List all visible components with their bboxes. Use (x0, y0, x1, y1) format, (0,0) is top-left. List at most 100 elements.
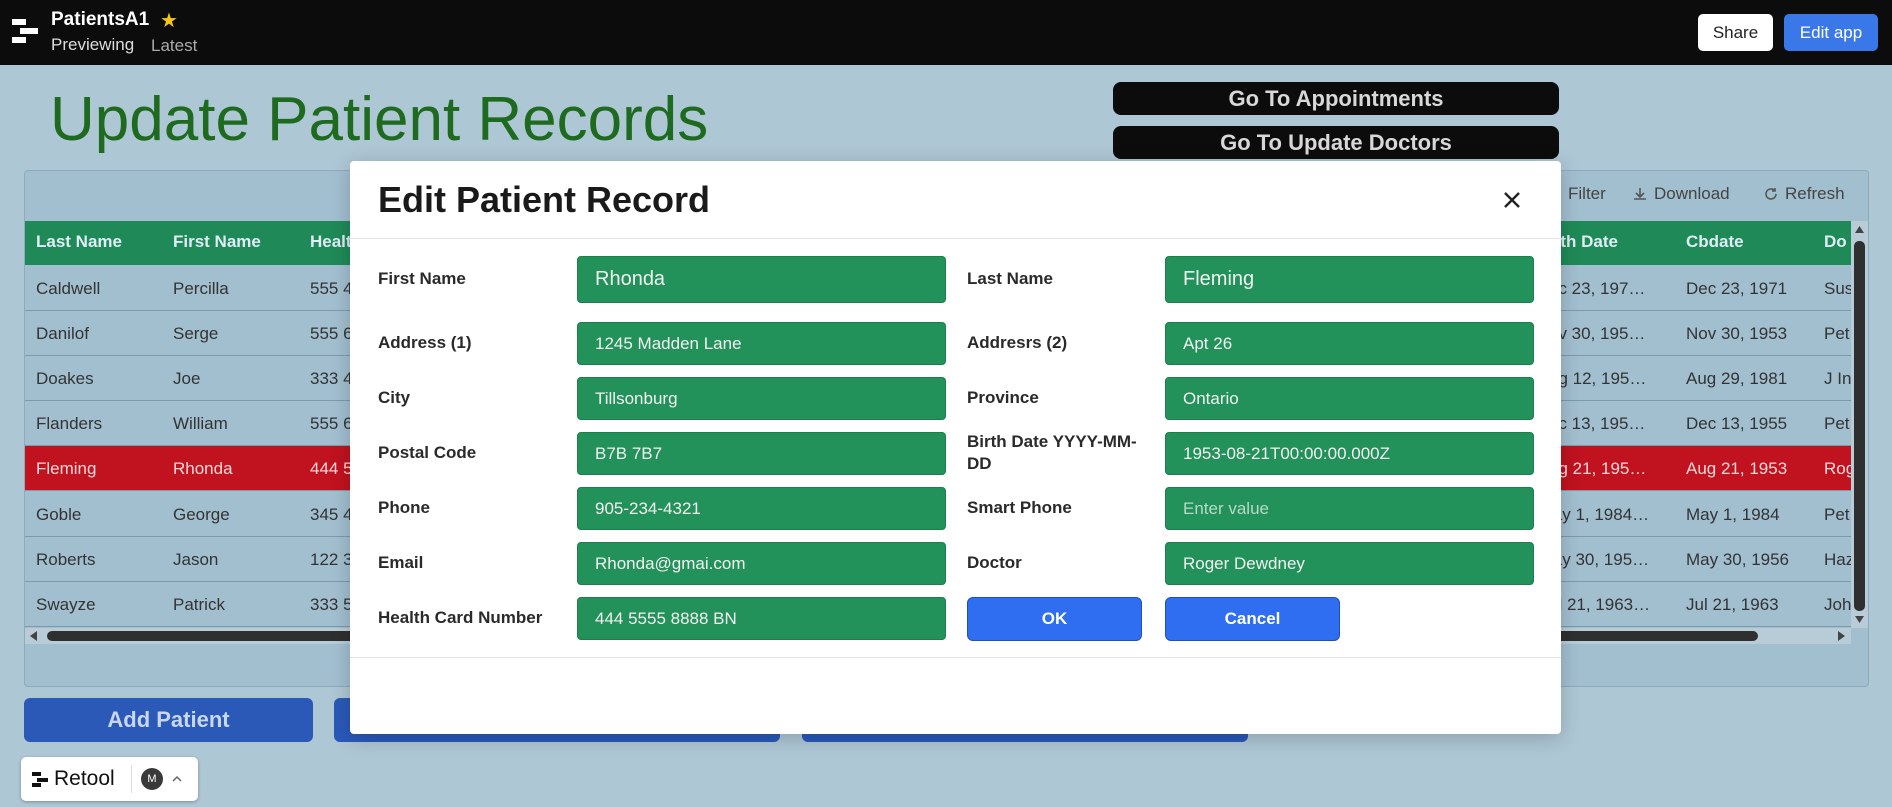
app-title: PatientsA1 (51, 9, 150, 30)
modal-footer-divider (350, 657, 1561, 658)
cell-cbdate: Dec 13, 1955 (1686, 414, 1788, 433)
top-bar: PatientsA1 ★ Previewing Latest Share Edi… (0, 0, 1892, 65)
refresh-label: Refresh (1785, 184, 1845, 203)
go-to-update-doctors-button[interactable]: Go To Update Doctors (1113, 126, 1559, 159)
last-name-value: Fleming (1183, 268, 1255, 290)
address1-input[interactable]: 1245 Madden Lane (577, 322, 946, 365)
city-label: City (378, 388, 411, 407)
star-icon[interactable]: ★ (160, 8, 178, 33)
cancel-button[interactable]: Cancel (1165, 597, 1340, 641)
first-name-input[interactable]: Rhonda (577, 256, 946, 303)
share-button[interactable]: Share (1698, 14, 1773, 51)
health-card-value: 444 5555 8888 BN (595, 608, 737, 628)
filter-label: Filter (1568, 184, 1606, 203)
cell-last-name: Swayze (36, 595, 96, 614)
chevron-up-icon[interactable] (171, 774, 183, 784)
cell-last-name: Flanders (36, 414, 103, 433)
birth-date-label: Birth Date YYYY-MM-DD (967, 432, 1137, 473)
cell-first-name: Joe (173, 369, 201, 388)
birth-date-value: 1953-08-21T00:00:00.000Z (1183, 443, 1390, 463)
cell-last-name: Goble (36, 505, 82, 524)
cell-cbdate: Dec 23, 1971 (1686, 279, 1788, 298)
address1-value: 1245 Madden Lane (595, 333, 742, 353)
cell-doctor: Haz (1824, 550, 1855, 569)
cell-last-name: Danilof (36, 324, 89, 343)
cell-birth-date: ug 12, 195… (1549, 369, 1647, 388)
column-header-doctor[interactable]: Do (1824, 232, 1847, 252)
column-header-health[interactable]: Healt (310, 232, 352, 252)
retool-badge[interactable]: Retool M (21, 757, 198, 801)
column-header-first-name[interactable]: First Name (173, 232, 261, 252)
edit-patient-modal: Edit Patient Record First Name Rhonda La… (350, 161, 1561, 734)
smart-phone-placeholder: Enter value (1183, 498, 1269, 518)
refresh-icon (1765, 188, 1777, 200)
province-input[interactable]: Ontario (1165, 377, 1534, 420)
ok-button[interactable]: OK (967, 597, 1142, 641)
address2-label: Addresrs (2) (967, 333, 1068, 352)
cell-last-name: Roberts (36, 550, 96, 569)
close-icon[interactable] (1497, 185, 1527, 215)
retool-small-logo-icon (32, 772, 48, 787)
cell-health: 555 4 (310, 279, 353, 298)
postal-code-input[interactable]: B7B 7B7 (577, 432, 946, 475)
column-header-last-name[interactable]: Last Name (36, 232, 122, 252)
phone-input[interactable]: 905-234-4321 (577, 487, 946, 530)
cell-cbdate: May 30, 1956 (1686, 550, 1790, 569)
mode-label: Previewing (51, 35, 135, 54)
province-label: Province (967, 388, 1039, 407)
address1-label: Address (1) (378, 333, 472, 352)
cell-cbdate: Jul 21, 1963 (1686, 595, 1779, 614)
smart-phone-input[interactable]: Enter value (1165, 487, 1534, 530)
cell-first-name: Jason (173, 550, 219, 569)
birth-date-input[interactable]: 1953-08-21T00:00:00.000Z (1165, 432, 1534, 475)
cell-cbdate: Aug 21, 1953 (1686, 459, 1788, 478)
email-input[interactable]: Rhonda@gmai.com (577, 542, 946, 585)
version-label[interactable]: Latest (151, 36, 197, 56)
cell-first-name: Serge (173, 324, 219, 343)
email-label: Email (378, 553, 424, 572)
cell-birth-date: ec 13, 195… (1549, 414, 1646, 433)
doctor-label: Doctor (967, 553, 1022, 572)
refresh-button[interactable]: Refresh (1763, 184, 1845, 204)
cell-cbdate: May 1, 1984 (1686, 505, 1780, 524)
cell-doctor: Pet (1824, 505, 1850, 524)
doctor-select[interactable]: Roger Dewdney (1165, 542, 1534, 585)
column-header-cbdate[interactable]: Cbdate (1686, 232, 1744, 252)
add-patient-button[interactable]: Add Patient (24, 698, 313, 742)
city-value: Tillsonburg (595, 388, 678, 408)
user-avatar[interactable]: M (141, 768, 163, 790)
cell-last-name: Caldwell (36, 279, 101, 298)
go-to-appointments-button[interactable]: Go To Appointments (1113, 82, 1559, 115)
download-icon (1634, 188, 1646, 200)
vertical-scrollbar[interactable] (1851, 221, 1868, 628)
cell-health: 333 4 (310, 369, 353, 388)
cell-doctor: Joh (1824, 595, 1852, 614)
download-button[interactable]: Download (1632, 184, 1730, 204)
address2-input[interactable]: Apt 26 (1165, 322, 1534, 365)
cell-first-name: George (173, 505, 230, 524)
cell-health: 345 4 (310, 505, 353, 524)
cell-doctor: Pet (1824, 324, 1850, 343)
last-name-input[interactable]: Fleming (1165, 256, 1534, 303)
cell-birth-date: ov 30, 195… (1549, 324, 1646, 343)
cell-doctor: J In (1824, 369, 1852, 388)
health-card-input[interactable]: 444 5555 8888 BN (577, 597, 946, 640)
city-input[interactable]: Tillsonburg (577, 377, 946, 420)
download-label: Download (1654, 184, 1730, 203)
cell-first-name: William (173, 414, 228, 433)
cell-first-name: Rhonda (173, 459, 233, 478)
retool-logo-icon[interactable] (12, 19, 38, 43)
modal-header-divider (350, 238, 1561, 239)
last-name-label: Last Name (967, 269, 1053, 288)
cell-birth-date: ec 23, 197… (1549, 279, 1646, 298)
first-name-value: Rhonda (595, 268, 666, 290)
phone-label: Phone (378, 498, 430, 517)
edit-app-button[interactable]: Edit app (1784, 14, 1878, 51)
cell-health: 444 5 (310, 459, 353, 478)
page-title: Update Patient Records (50, 85, 709, 154)
postal-code-label: Postal Code (378, 443, 477, 462)
filter-button[interactable]: Filter (1568, 184, 1606, 204)
first-name-label: First Name (378, 269, 466, 288)
cell-health: 122 3 (310, 550, 353, 569)
cell-birth-date: lay 1, 1984… (1549, 505, 1650, 524)
